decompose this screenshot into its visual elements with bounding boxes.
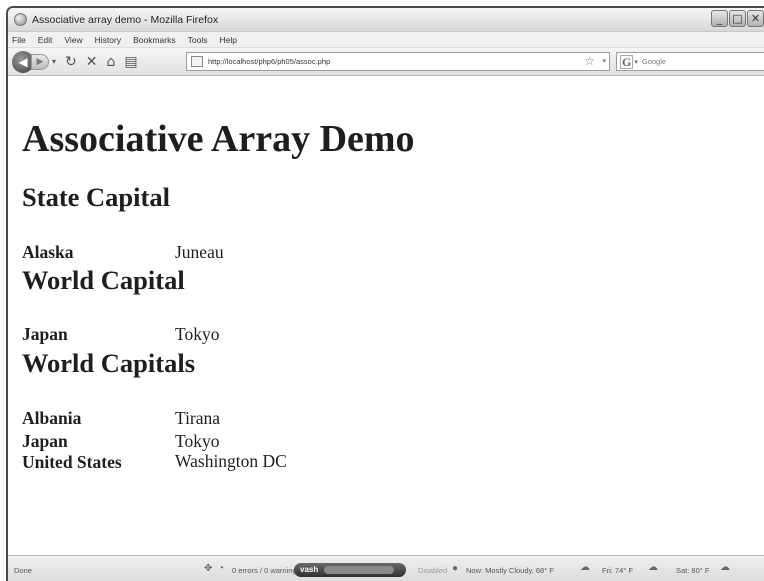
url-text[interactable]: http://localhost/php6/ph05/assoc.php bbox=[208, 57, 330, 66]
item-value: Washington DC bbox=[175, 451, 287, 471]
item-key: Alaska bbox=[22, 242, 74, 262]
stop-icon[interactable]: ✕ bbox=[86, 54, 98, 70]
google-icon[interactable]: G bbox=[620, 54, 634, 69]
browser-window: Associative array demo - Mozilla Firefox… bbox=[6, 6, 764, 581]
search-box[interactable]: G ▾ ⌕ bbox=[616, 52, 764, 71]
reload-icon[interactable]: ↻ bbox=[65, 54, 77, 70]
item-key: Albania bbox=[22, 408, 82, 428]
item-value: Juneau bbox=[175, 242, 224, 262]
page-content: Associative Array Demo State Capital Ala… bbox=[8, 78, 764, 555]
home-icon[interactable]: ⌂ bbox=[106, 54, 115, 70]
item-value: Tokyo bbox=[175, 431, 220, 451]
menu-view[interactable]: View bbox=[64, 35, 82, 45]
cloud-icon: ☁ bbox=[648, 562, 658, 573]
search-engine-dropdown-icon[interactable]: ▾ bbox=[634, 58, 638, 66]
star-icon[interactable]: ☆ bbox=[584, 54, 595, 68]
vash-toolbar[interactable]: vash bbox=[294, 563, 406, 577]
cloud-icon: ☁ bbox=[580, 562, 590, 573]
window-controls: _ □ ✕ bbox=[710, 10, 764, 27]
menu-tools[interactable]: Tools bbox=[188, 35, 208, 45]
weather-friday[interactable]: Fri: 74° F bbox=[602, 566, 633, 575]
weather-now[interactable]: Now: Mostly Cloudy, 68° F bbox=[466, 566, 554, 575]
addon-icon[interactable]: ✥ bbox=[204, 563, 212, 574]
status-text: Done bbox=[14, 566, 32, 575]
vash-meter bbox=[324, 566, 394, 574]
navigation-toolbar: ◀ ▶ ▾ ↻ ✕ ⌂ ▤ http://localhost/php6/ph05… bbox=[8, 48, 764, 76]
status-bar: Done ✥ ◔ 0 errors / 0 warnings vash Disa… bbox=[8, 555, 764, 581]
section-title: State Capital bbox=[22, 182, 170, 212]
maximize-button[interactable]: □ bbox=[729, 10, 746, 27]
close-button[interactable]: ✕ bbox=[747, 10, 764, 27]
search-input[interactable] bbox=[641, 57, 732, 66]
window-title: Associative array demo - Mozilla Firefox bbox=[32, 13, 219, 26]
vash-label: vash bbox=[300, 565, 319, 574]
page-title: Associative Array Demo bbox=[22, 118, 415, 160]
menu-file[interactable]: File bbox=[12, 35, 26, 45]
menu-help[interactable]: Help bbox=[219, 35, 236, 45]
item-value: Tirana bbox=[175, 408, 221, 428]
weather-icon[interactable]: ● bbox=[452, 563, 458, 574]
item-key: Japan bbox=[22, 324, 68, 344]
cloud-icon: ☁ bbox=[720, 562, 730, 573]
menu-edit[interactable]: Edit bbox=[38, 35, 53, 45]
menu-history[interactable]: History bbox=[95, 35, 121, 45]
menu-bookmarks[interactable]: Bookmarks bbox=[133, 35, 176, 45]
url-dropdown-icon[interactable]: ▾ bbox=[602, 57, 606, 65]
address-bar[interactable]: http://localhost/php6/ph05/assoc.php ☆ ▾ bbox=[186, 52, 610, 71]
minimize-button[interactable]: _ bbox=[711, 10, 728, 27]
bookmark-add-icon[interactable]: ▤ bbox=[124, 54, 137, 70]
error-count[interactable]: 0 errors / 0 warnings bbox=[232, 566, 300, 575]
error-console-icon[interactable]: ◔ bbox=[218, 563, 224, 574]
menu-bar: File Edit View History Bookmarks Tools H… bbox=[8, 32, 764, 48]
disabled-status[interactable]: Disabled bbox=[418, 566, 447, 575]
title-bar: Associative array demo - Mozilla Firefox… bbox=[8, 8, 764, 32]
item-key: Japan bbox=[22, 431, 68, 451]
forward-icon[interactable]: ▶ bbox=[31, 53, 49, 70]
firefox-icon bbox=[14, 13, 27, 26]
weather-saturday[interactable]: Sat: 80° F bbox=[676, 566, 709, 575]
site-icon bbox=[191, 56, 203, 67]
item-key: United States bbox=[22, 452, 122, 472]
section-title: World Capitals bbox=[22, 348, 196, 378]
section-title: World Capital bbox=[22, 265, 185, 295]
history-dropdown-icon[interactable]: ▾ bbox=[52, 57, 56, 66]
item-value: Tokyo bbox=[175, 324, 220, 344]
